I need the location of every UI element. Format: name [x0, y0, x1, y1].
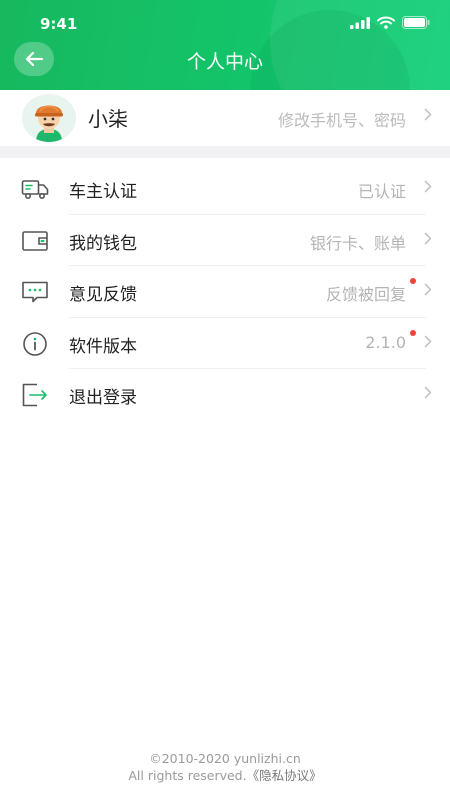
menu-item-logout[interactable]: 退出登录: [0, 369, 450, 421]
edit-account-link[interactable]: 修改手机号、密码: [278, 107, 406, 131]
status-time: 9:41: [40, 15, 78, 33]
feedback-icon: [22, 281, 48, 303]
menu-item-label: 车主认证: [69, 182, 137, 202]
chevron-right-icon: [424, 335, 432, 347]
menu-item-label: 软件版本: [69, 336, 137, 357]
profile-row[interactable]: 小柒 修改手机号、密码: [0, 90, 450, 146]
chevron-right-icon: [424, 283, 432, 296]
menu-item-label: 退出登录: [69, 388, 137, 408]
info-icon: [23, 331, 47, 356]
section-divider: [0, 146, 450, 158]
logout-icon: [22, 383, 47, 407]
menu-item-vehicle-verification[interactable]: 车主认证 已认证: [0, 163, 450, 215]
battery-icon: [402, 16, 430, 29]
wifi-icon: [377, 16, 395, 29]
menu-item-label: 我的钱包: [69, 233, 137, 254]
truck-icon: [21, 180, 49, 199]
footer-rights-line: All rights reserved.《隐私协议》: [0, 767, 450, 784]
avatar: [22, 94, 76, 142]
settings-menu: 车主认证 已认证 我的钱包 银行卡、账单 意见反馈 反馈被回复 软件版本 2.1…: [0, 163, 450, 421]
user-name: 小柒: [88, 107, 128, 131]
avatar-illustration: [22, 94, 76, 142]
menu-item-app-version[interactable]: 软件版本 2.1.0: [0, 318, 450, 369]
chevron-right-icon: [424, 386, 432, 399]
menu-item-value: 已认证: [357, 182, 406, 201]
chevron-right-icon: [424, 180, 432, 193]
notification-dot: [410, 329, 416, 336]
signal-icon: [350, 16, 370, 29]
footer: ©2010-2020 yunlizhi.cn All rights reserv…: [0, 750, 450, 784]
menu-item-wallet[interactable]: 我的钱包 银行卡、账单: [0, 215, 450, 266]
menu-item-value: 2.1.0: [365, 332, 406, 352]
wallet-icon: [22, 230, 48, 251]
menu-item-value: 反馈被回复: [325, 285, 406, 304]
chevron-right-icon: [424, 108, 432, 121]
menu-item-feedback[interactable]: 意见反馈 反馈被回复: [0, 266, 450, 318]
status-icons: [350, 16, 430, 29]
footer-copyright: ©2010-2020 yunlizhi.cn: [149, 751, 301, 766]
header-bar: 9:41 个人中心: [0, 0, 450, 90]
chevron-right-icon: [424, 232, 432, 244]
status-bar: 9:41: [0, 0, 450, 44]
footer-rights: All rights reserved.: [128, 768, 247, 783]
notification-dot: [410, 278, 416, 284]
privacy-policy-link[interactable]: 《隐私协议》: [247, 768, 322, 783]
menu-item-label: 意见反馈: [69, 285, 137, 305]
page-title: 个人中心: [186, 51, 263, 73]
menu-item-value: 银行卡、账单: [309, 233, 406, 253]
